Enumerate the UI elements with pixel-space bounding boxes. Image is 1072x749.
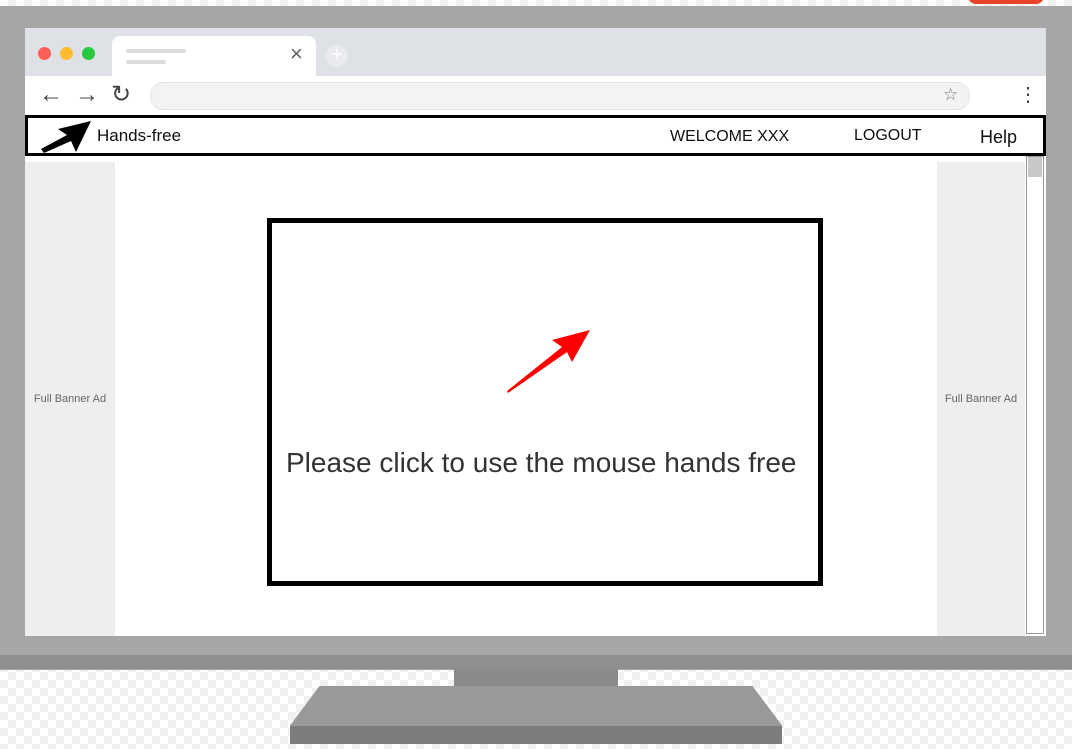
browser-window: × + ← → ↻ ☆ ⋮ Hands-free WELCOME XXX LOG… — [25, 28, 1046, 636]
help-link[interactable]: Help — [980, 127, 1017, 148]
monitor-chin — [0, 655, 1072, 669]
new-tab-icon[interactable]: + — [326, 45, 348, 67]
red-arrow-icon — [507, 330, 590, 393]
browser-tab[interactable]: × — [112, 36, 316, 76]
arrow-cursor-icon — [41, 121, 91, 153]
tab-strip: × + — [25, 28, 1046, 76]
monitor-stand-base-edge — [290, 726, 782, 744]
maximize-window-button[interactable] — [82, 47, 95, 60]
close-window-button[interactable] — [38, 47, 51, 60]
app-header: Hands-free WELCOME XXX LOGOUT Help — [25, 115, 1046, 156]
vertical-scrollbar[interactable] — [1026, 156, 1044, 634]
app-name: Hands-free — [97, 126, 182, 145]
address-bar[interactable]: ☆ — [150, 82, 970, 110]
tab-title-placeholder — [126, 49, 186, 53]
hands-free-activation-area[interactable]: Please click to use the mouse hands free — [267, 218, 823, 586]
page-content: Full Banner Ad Full Banner Ad Please cli… — [25, 156, 1046, 636]
minimize-window-button[interactable] — [60, 47, 73, 60]
banner-ad-right[interactable]: Full Banner Ad — [937, 162, 1025, 636]
banner-ad-label: Full Banner Ad — [33, 393, 107, 405]
welcome-text: WELCOME XXX — [670, 128, 790, 145]
more-menu-icon[interactable]: ⋮ — [1018, 82, 1038, 108]
banner-ad-left[interactable]: Full Banner Ad — [25, 162, 115, 636]
banner-ad-label: Full Banner Ad — [944, 393, 1018, 405]
reload-icon[interactable]: ↻ — [111, 82, 131, 108]
click-prompt: Please click to use the mouse hands free — [286, 447, 797, 478]
close-icon[interactable]: × — [290, 41, 303, 67]
scrollbar-thumb[interactable] — [1028, 157, 1042, 177]
forward-arrow-icon[interactable]: → — [75, 82, 99, 108]
notification-pill — [968, 0, 1044, 4]
back-arrow-icon[interactable]: ← — [39, 82, 63, 108]
bookmark-star-icon[interactable]: ☆ — [943, 85, 958, 105]
browser-toolbar: ← → ↻ ☆ ⋮ — [25, 76, 1046, 116]
logout-link[interactable]: LOGOUT — [854, 127, 922, 145]
tab-title-placeholder-short — [126, 60, 166, 64]
